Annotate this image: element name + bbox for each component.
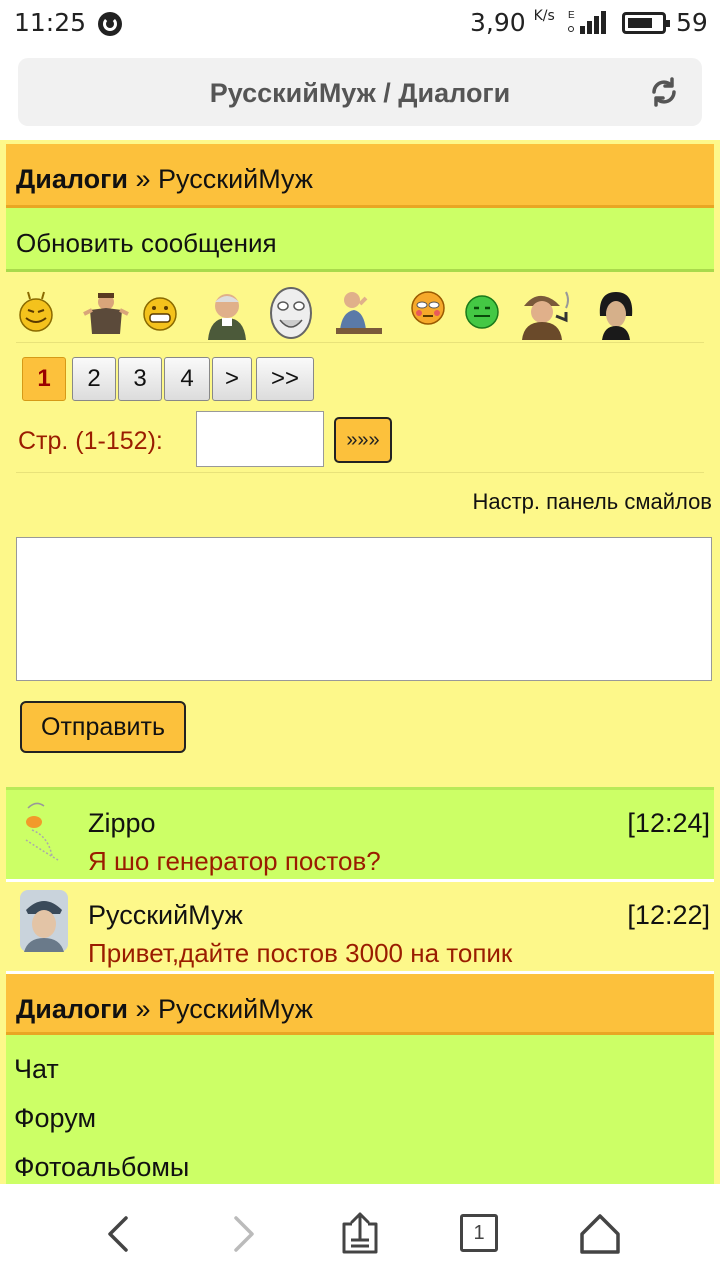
smiley-yellow-icon[interactable] <box>16 286 56 336</box>
smiley-grin-icon[interactable] <box>140 286 180 336</box>
tabs-button[interactable]: 1 <box>460 1214 498 1252</box>
message-author[interactable]: Zippo <box>88 808 156 839</box>
breadcrumb: Диалоги » РусскийМуж <box>6 144 714 208</box>
page-jump-label: Стр. (1-152): <box>18 427 163 455</box>
network-speed: 3,90 K/s <box>470 8 555 37</box>
smile-settings-link[interactable]: Настр. панель смайлов <box>6 473 714 537</box>
message-author[interactable]: РусскийМуж <box>88 900 243 931</box>
page-button-1[interactable]: 1 <box>22 357 66 401</box>
footer-breadcrumb: Диалоги » РусскийМуж <box>6 971 714 1035</box>
battery-level: 59 <box>676 8 708 37</box>
smiley-dark-face-icon[interactable] <box>592 286 640 340</box>
battery-icon <box>622 12 670 34</box>
breadcrumb-topic: РусскийМуж <box>158 164 313 194</box>
browser-toolbar: РусскийМуж / Диалоги <box>0 46 720 140</box>
breadcrumb-topic: РусскийМуж <box>158 994 313 1024</box>
address-bar[interactable]: РусскийМуж / Диалоги <box>18 58 702 126</box>
send-button[interactable]: Отправить <box>20 701 186 753</box>
network-speed-unit: K/s <box>533 8 555 24</box>
status-bar: 11:25 3,90 K/s E 59 <box>0 0 720 46</box>
menu-item-photo-albums[interactable]: Фотоальбомы <box>6 1145 714 1184</box>
page-button-3[interactable]: 3 <box>118 357 162 401</box>
message-text: Привет,дайте постов 3000 на топик <box>88 938 513 968</box>
message-input[interactable] <box>16 537 712 681</box>
pagination: 1 2 3 4 > >> Стр. (1-152): »»» <box>16 342 704 473</box>
smiley-old-man-icon[interactable] <box>202 286 252 340</box>
share-icon[interactable] <box>338 1212 382 1256</box>
breadcrumb-section[interactable]: Диалоги <box>16 994 128 1024</box>
smiley-man-shrug-icon[interactable] <box>82 286 129 336</box>
message-item: РусскийМуж [12:22] Привет,дайте постов 3… <box>6 879 714 971</box>
avatar-zippo[interactable] <box>18 800 66 862</box>
signal-bar <box>601 11 606 34</box>
network-dot <box>568 26 574 32</box>
forward-icon[interactable] <box>220 1212 264 1256</box>
smiles-panel <box>6 272 714 342</box>
breadcrumb-separator: » <box>135 994 151 1024</box>
breadcrumb-separator: » <box>135 164 151 194</box>
page-content: Диалоги » РусскийМуж Обновить сообщения <box>0 140 720 1184</box>
page-jump-input[interactable] <box>196 411 324 467</box>
smiley-troll-face-icon[interactable] <box>268 286 314 339</box>
menu-item-forum[interactable]: Форум <box>6 1096 714 1145</box>
site-menu: Чат Форум Фотоальбомы <box>6 1035 714 1184</box>
signal-bar <box>580 26 585 34</box>
breadcrumb-section[interactable]: Диалоги <box>16 164 128 194</box>
menu-item-chat[interactable]: Чат <box>6 1047 714 1096</box>
network-type: E <box>568 10 575 21</box>
home-icon[interactable] <box>578 1212 622 1256</box>
page-button-2[interactable]: 2 <box>72 357 116 401</box>
signal-bar <box>587 21 592 34</box>
page-jump: Стр. (1-152): »»» <box>16 407 704 473</box>
smiley-green-icon[interactable] <box>462 286 502 336</box>
smiley-detective-icon[interactable] <box>516 286 576 340</box>
browser-nav-bar: 1 <box>0 1184 720 1280</box>
send-row: Отправить <box>6 681 714 787</box>
message-time: [12:24] <box>627 808 710 838</box>
message-item: Zippo [12:24] Я шо генератор постов? <box>6 787 714 879</box>
avatar-russkiymuzh[interactable] <box>20 890 68 952</box>
page-title: РусскийМуж / Диалоги <box>209 78 511 108</box>
reload-icon[interactable] <box>648 76 680 108</box>
refresh-messages-link[interactable]: Обновить сообщения <box>6 208 714 272</box>
page-button-4[interactable]: 4 <box>164 357 210 401</box>
network-speed-value: 3,90 <box>470 8 526 37</box>
status-time: 11:25 <box>14 8 87 37</box>
message-time: [12:22] <box>627 900 710 930</box>
smiley-man-desk-icon[interactable] <box>330 286 384 336</box>
notification-icon <box>98 12 122 36</box>
message-text: Я шо генератор постов? <box>88 846 381 876</box>
signal-icon: E <box>568 10 610 36</box>
signal-bar <box>594 16 599 34</box>
page-jump-button[interactable]: »»» <box>334 417 392 463</box>
last-page-button[interactable]: >> <box>256 357 314 401</box>
back-icon[interactable] <box>98 1212 142 1256</box>
next-page-button[interactable]: > <box>212 357 252 401</box>
smiley-blush-icon[interactable] <box>408 286 448 336</box>
page-buttons: 1 2 3 4 > >> <box>16 343 704 407</box>
